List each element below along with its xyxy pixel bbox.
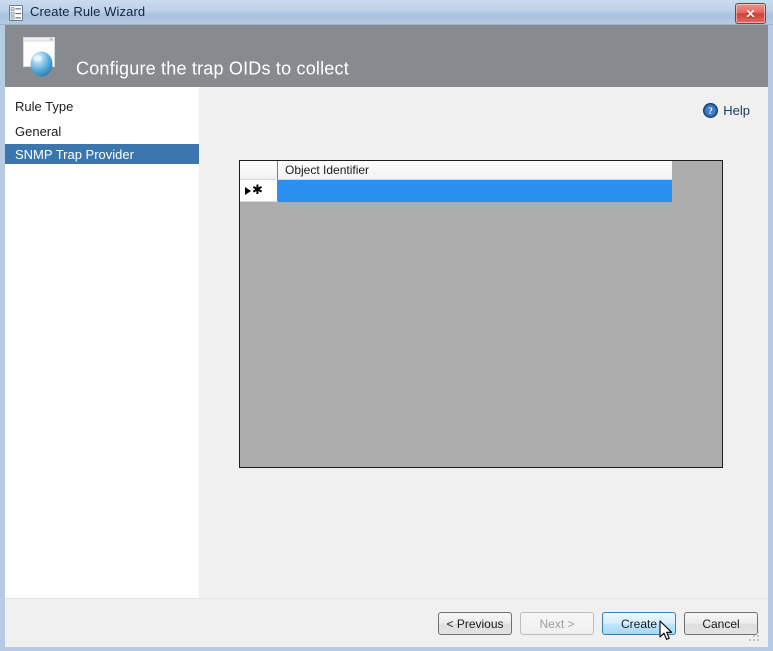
row-selector-caret-icon: [245, 186, 251, 195]
grid-cell-object-identifier[interactable]: [278, 180, 672, 202]
previous-button[interactable]: < Previous: [438, 612, 512, 635]
wizard-footer: < Previous Next > Create Cancel: [5, 598, 768, 647]
wizard-content-pane: ? Help Object Identifier Properties Obje…: [199, 87, 768, 598]
sidebar-item-label: Rule Type: [15, 98, 74, 114]
close-button[interactable]: ✕: [735, 3, 766, 24]
wizard-step-sidebar: Rule Type General SNMP Trap Provider: [5, 87, 199, 598]
document-list-icon: [9, 5, 23, 21]
grid-select-all-corner[interactable]: [240, 161, 278, 180]
wizard-banner: Configure the trap OIDs to collect: [5, 25, 768, 87]
help-label: Help: [723, 103, 750, 118]
grid-column-header-object-identifier[interactable]: Object Identifier: [278, 161, 672, 180]
sidebar-item-rule-type[interactable]: Rule Type: [5, 96, 199, 116]
banner-heading: Configure the trap OIDs to collect: [76, 58, 349, 79]
title-bar[interactable]: Create Rule Wizard ✕: [0, 0, 773, 25]
wizard-page-sphere-icon: [19, 34, 67, 78]
cancel-button[interactable]: Cancel: [684, 612, 758, 635]
new-row-asterisk-icon: ✱: [252, 182, 263, 198]
help-question-icon: ?: [703, 103, 719, 118]
window-title: Create Rule Wizard: [30, 4, 146, 19]
sidebar-item-general[interactable]: General: [5, 121, 199, 141]
svg-text:?: ?: [708, 107, 713, 117]
help-link[interactable]: ? Help: [703, 103, 750, 118]
close-icon: ✕: [745, 6, 756, 21]
resize-grip-icon[interactable]: [748, 629, 760, 641]
create-rule-wizard-window: Create Rule Wizard ✕ Configure the trap …: [0, 0, 773, 651]
sidebar-item-snmp-trap-provider[interactable]: SNMP Trap Provider: [5, 144, 199, 164]
sidebar-item-label: SNMP Trap Provider: [15, 146, 134, 162]
create-button[interactable]: Create: [602, 612, 676, 635]
sidebar-item-label: General: [15, 123, 62, 139]
object-identifier-grid[interactable]: Object Identifier ✱: [239, 160, 723, 468]
next-button[interactable]: Next >: [520, 612, 594, 635]
grid-header-row: Object Identifier: [240, 161, 722, 180]
table-row[interactable]: ✱: [240, 180, 722, 202]
grid-row-header-new-row[interactable]: ✱: [240, 180, 278, 202]
